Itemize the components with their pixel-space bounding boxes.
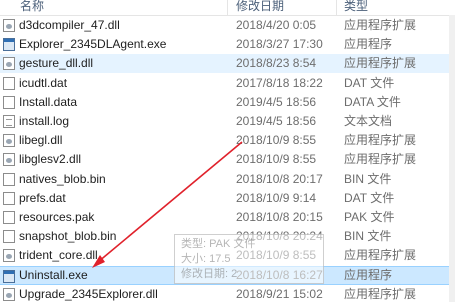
annotation-arrow [92,141,243,268]
arrow-line [97,141,243,263]
